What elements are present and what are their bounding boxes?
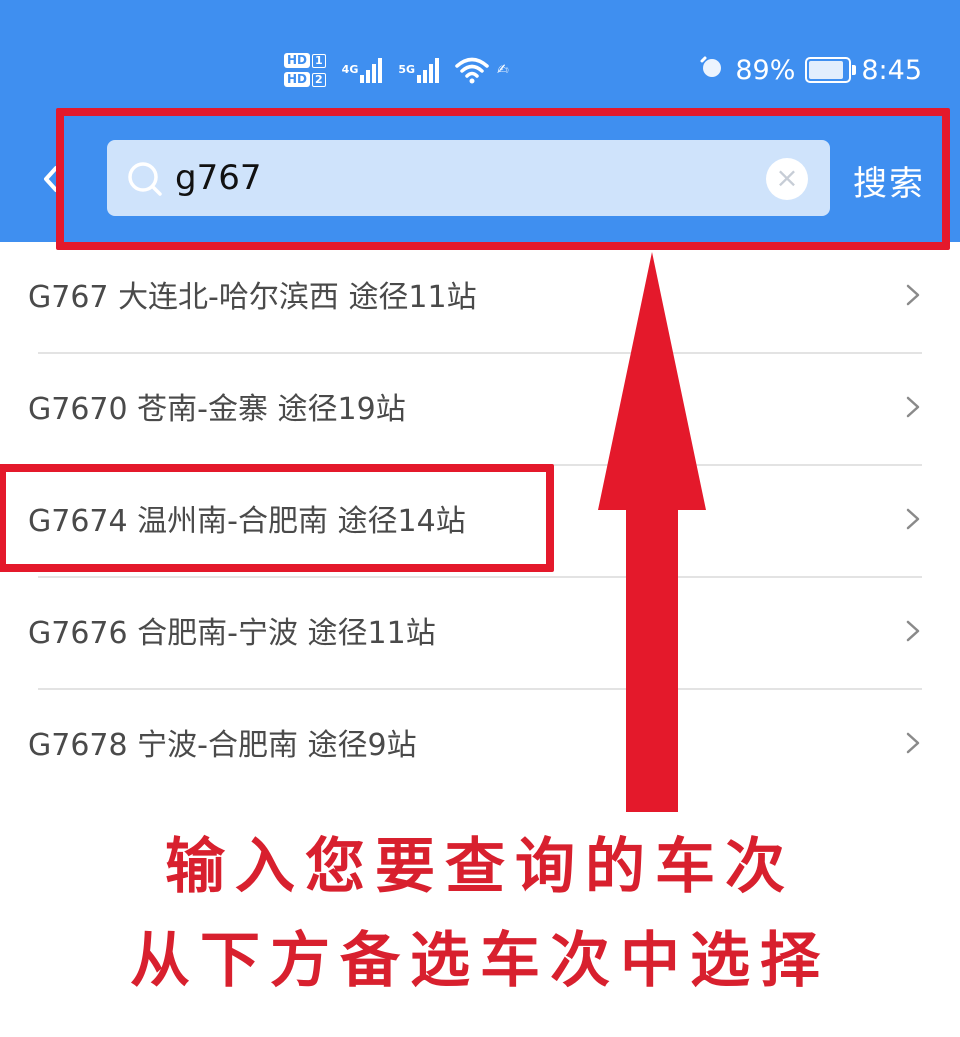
train-stops: 途径11站 <box>307 616 436 651</box>
train-number: G7674 <box>28 504 128 539</box>
chevron-right-icon <box>906 508 920 530</box>
sim-number: 2 <box>312 72 326 87</box>
network-label: 5G <box>398 63 416 76</box>
sim-indicators: HD 1 HD 2 <box>284 53 326 87</box>
alarm-icon <box>699 54 725 87</box>
train-stops: 途径19站 <box>277 392 406 427</box>
signal-bars-icon <box>360 57 383 83</box>
train-route: 大连北-哈尔滨西 <box>118 280 339 315</box>
hd-badge: HD <box>284 72 311 87</box>
signal-5g: 5G <box>398 57 440 83</box>
list-item-text: G7670 苍南-金寨 途径19站 <box>28 384 406 428</box>
back-icon <box>44 166 58 192</box>
chevron-right-icon <box>906 284 920 306</box>
sim-2-indicator: HD 2 <box>284 72 326 87</box>
battery-percent: 89% <box>735 54 796 86</box>
wifi-icon <box>455 56 489 84</box>
list-item[interactable]: G7678 宁波-合肥南 途径9站 <box>0 690 960 802</box>
battery-icon <box>805 57 857 83</box>
clear-icon: × <box>775 161 799 194</box>
list-item[interactable]: G7674 温州南-合肥南 途径14站 <box>0 466 960 578</box>
hd-badge: HD <box>284 53 311 68</box>
train-number: G7676 <box>28 616 128 651</box>
back-button[interactable] <box>40 162 70 202</box>
list-item[interactable]: G7676 合肥南-宁波 途径11站 <box>0 578 960 690</box>
network-label: 4G <box>341 63 359 76</box>
chevron-right-icon <box>906 620 920 642</box>
list-item-text: G767 大连北-哈尔滨西 途径11站 <box>28 272 477 316</box>
result-list: G767 大连北-哈尔滨西 途径11站 G7670 苍南-金寨 途径19站 G7… <box>0 242 960 802</box>
train-stops: 途径14站 <box>337 504 466 539</box>
annotation-arrow-icon <box>598 252 706 812</box>
annotation-instruction-1: 输入您要查询的车次 <box>165 832 795 902</box>
chevron-right-icon <box>906 732 920 754</box>
list-item[interactable]: G7670 苍南-金寨 途径19站 <box>0 354 960 466</box>
train-number: G767 <box>28 280 109 315</box>
hd-voice-icon: ✍ <box>497 62 509 78</box>
sim-number: 1 <box>312 53 326 68</box>
train-route: 温州南-合肥南 <box>137 504 328 539</box>
clear-button[interactable]: × <box>766 158 808 200</box>
search-button[interactable]: 搜索 <box>853 156 925 205</box>
list-item-text: G7678 宁波-合肥南 途径9站 <box>28 720 417 764</box>
app-header: HD 1 HD 2 4G 5G ✍ 89% 8:45 g767 × 搜索 <box>0 0 960 242</box>
train-route: 宁波-合肥南 <box>137 728 298 763</box>
train-number: G7670 <box>28 392 128 427</box>
search-icon <box>128 162 162 196</box>
train-number: G7678 <box>28 728 128 763</box>
status-left: HD 1 HD 2 4G 5G ✍ <box>284 44 509 96</box>
battery-cap <box>852 65 857 75</box>
list-item-text: G7676 合肥南-宁波 途径11站 <box>28 608 436 652</box>
annotation-instruction-2: 从下方备选车次中选择 <box>130 926 830 996</box>
battery-fill <box>809 61 844 79</box>
chevron-right-icon <box>906 396 920 418</box>
train-route: 合肥南-宁波 <box>137 616 298 651</box>
signal-bars-icon <box>417 57 440 83</box>
search-input[interactable] <box>175 140 735 216</box>
train-stops: 途径9站 <box>307 728 417 763</box>
train-stops: 途径11站 <box>348 280 477 315</box>
list-item[interactable]: G767 大连北-哈尔滨西 途径11站 <box>0 242 960 354</box>
status-right: 89% 8:45 <box>699 44 922 96</box>
train-route: 苍南-金寨 <box>137 392 268 427</box>
signal-4g: 4G <box>342 57 383 83</box>
list-item-text: G7674 温州南-合肥南 途径14站 <box>28 496 466 540</box>
status-bar: HD 1 HD 2 4G 5G ✍ 89% 8:45 <box>0 38 960 102</box>
sim-1-indicator: HD 1 <box>284 53 326 68</box>
clock: 8:45 <box>861 54 922 86</box>
search-box[interactable]: × <box>107 140 830 216</box>
